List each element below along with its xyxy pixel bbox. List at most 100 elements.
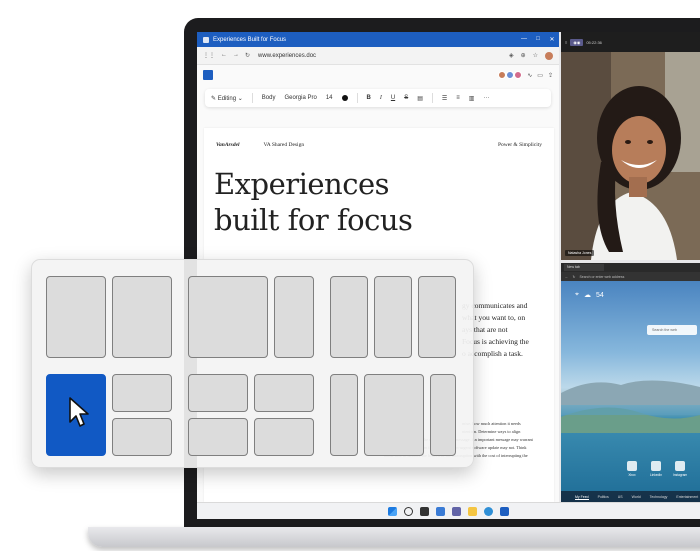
refresh-icon[interactable]: ↻ — [245, 52, 250, 59]
snap-zone[interactable] — [364, 374, 424, 456]
body-line: Focus is achieving the — [462, 337, 529, 346]
edge-search-input[interactable]: Search the web — [647, 325, 697, 335]
collaborator-avatar[interactable] — [506, 71, 515, 79]
feed-tab[interactable]: Technology — [650, 495, 668, 499]
bullets-icon[interactable]: ☰ — [442, 95, 447, 102]
document-body: gy communicates and what you want to, on… — [462, 300, 554, 360]
weather-widget[interactable]: ⌖ ☁ 54 — [575, 291, 604, 299]
store-icon[interactable] — [500, 506, 509, 516]
snap-zone[interactable] — [418, 276, 456, 358]
profile-avatar[interactable] — [545, 51, 553, 60]
chat-icon[interactable] — [452, 506, 461, 516]
editing-mode-button[interactable]: ✎ Editing ⌄ — [211, 95, 243, 102]
collaborator-avatar[interactable] — [514, 71, 523, 79]
collections-icon[interactable]: ⊕ — [521, 52, 526, 59]
snap-zone[interactable] — [112, 418, 172, 456]
snap-zone[interactable] — [112, 374, 172, 412]
snap-zone[interactable] — [430, 374, 456, 456]
favorites-icon[interactable]: ☆ — [533, 52, 538, 59]
font-dropdown[interactable]: Georgia Pro — [284, 95, 316, 101]
numbering-icon[interactable]: ≡ — [456, 95, 460, 101]
document-title: Experiences built for focus — [214, 166, 534, 238]
mouse-cursor-icon — [69, 397, 89, 427]
activity-icon[interactable]: ∿ — [527, 72, 532, 79]
snap-zone[interactable] — [374, 276, 412, 358]
snap-zone[interactable] — [254, 374, 314, 412]
align-icon[interactable]: ▥ — [469, 95, 475, 102]
participant-portrait — [561, 52, 700, 260]
word-titlebar[interactable]: Experiences Built for Focus — □ ✕ — [197, 32, 559, 47]
xbox-icon — [627, 461, 637, 471]
refresh-icon[interactable]: ↻ — [573, 275, 576, 279]
maximize-icon[interactable]: □ — [531, 36, 545, 43]
font-color-icon[interactable] — [341, 95, 348, 101]
body-line: o accomplish a task. — [462, 349, 523, 358]
minimize-icon[interactable]: — — [517, 36, 531, 43]
address-bar-actions: ◈ ⊕ ☆ — [509, 51, 553, 60]
style-dropdown[interactable]: Body — [262, 95, 276, 101]
body-line: gy communicates and — [462, 301, 528, 310]
forward-icon[interactable]: → — [233, 52, 239, 59]
edge-tab[interactable]: New tab — [564, 264, 604, 271]
linkedin-icon — [651, 461, 661, 471]
back-icon[interactable]: ← — [221, 52, 227, 59]
laptop-base — [88, 527, 700, 547]
browser-address-bar: ⋮⋮ ← → ↻ www.experiences.doc ◈ ⊕ ☆ — [197, 47, 559, 65]
collaborator-avatar[interactable] — [498, 71, 507, 79]
extensions-icon[interactable]: ◈ — [509, 52, 514, 59]
snap-zone[interactable] — [330, 276, 368, 358]
snap-zone[interactable] — [188, 276, 268, 358]
edge-address-bar: ← ↻ Search or enter web address — [561, 272, 700, 281]
feed-tab[interactable]: World — [632, 495, 641, 499]
edge-new-tab-background: ⌖ ☁ 54 Search the web Xbox LinkedIn Inst… — [561, 281, 700, 503]
tagline: Power & Simplicity — [498, 142, 542, 148]
more-options-icon[interactable]: ··· — [483, 95, 489, 101]
quick-link-tile[interactable]: Xbox — [625, 461, 639, 477]
edge-address-input[interactable]: Search or enter web address — [579, 275, 624, 279]
feed-tab[interactable]: Entertainment — [676, 495, 698, 499]
search-icon[interactable] — [404, 506, 413, 516]
apps-grid-icon[interactable]: ⋮⋮ — [203, 52, 215, 59]
bold-button[interactable]: B — [367, 95, 371, 101]
url-field[interactable]: www.experiences.doc — [258, 53, 316, 59]
body-line: what you want to, on — [462, 313, 526, 322]
snap-zone[interactable] — [254, 418, 314, 456]
snap-zone[interactable] — [46, 276, 106, 358]
window-controls: — □ ✕ — [517, 36, 559, 43]
task-view-icon[interactable] — [420, 506, 429, 516]
quick-link-label: Xbox — [628, 473, 636, 477]
editing-label: Editing — [217, 95, 237, 102]
snap-zone[interactable] — [274, 276, 314, 358]
feed-tab[interactable]: Politics — [598, 495, 609, 499]
font-size-dropdown[interactable]: 14 — [326, 95, 333, 101]
word-app-row: ∿ ▭ ⇪ — [197, 65, 559, 85]
underline-button[interactable]: U — [391, 95, 395, 101]
italic-button[interactable]: I — [380, 95, 382, 101]
comments-icon[interactable]: ▭ — [537, 72, 543, 79]
word-logo-icon — [203, 70, 213, 80]
start-icon[interactable] — [388, 506, 397, 516]
participant-name: Natasha Jones — [565, 250, 595, 256]
strikethrough-button[interactable]: S — [404, 95, 408, 101]
body-line: ays that are not — [462, 325, 508, 334]
menu-icon[interactable]: ≡ — [565, 40, 567, 45]
snap-zone[interactable] — [188, 418, 248, 456]
feed-tab[interactable]: My Feed — [575, 495, 589, 500]
back-icon[interactable]: ← — [565, 275, 569, 279]
edge-icon[interactable] — [484, 506, 493, 516]
snap-zone[interactable] — [330, 374, 358, 456]
snap-zone[interactable] — [188, 374, 248, 412]
quick-link-tile[interactable]: LinkedIn — [649, 461, 663, 477]
document-header: VanArsdel VA Shared Design Power & Simpl… — [216, 142, 542, 148]
word-window-title: Experiences Built for Focus — [213, 36, 287, 43]
location-icon: ⌖ — [575, 291, 579, 298]
video-call-window[interactable]: ≡ ◉◉ 05:22:36 Natasha Jones — [561, 32, 700, 260]
feed-tab[interactable]: US — [618, 495, 623, 499]
widgets-icon[interactable] — [436, 506, 445, 516]
share-icon[interactable]: ⇪ — [548, 72, 553, 79]
close-icon[interactable]: ✕ — [545, 36, 559, 43]
snap-zone[interactable] — [112, 276, 172, 358]
highlight-icon[interactable]: ▤ — [417, 95, 423, 102]
quick-link-tile[interactable]: Instagram — [673, 461, 687, 477]
file-explorer-icon[interactable] — [468, 506, 477, 516]
